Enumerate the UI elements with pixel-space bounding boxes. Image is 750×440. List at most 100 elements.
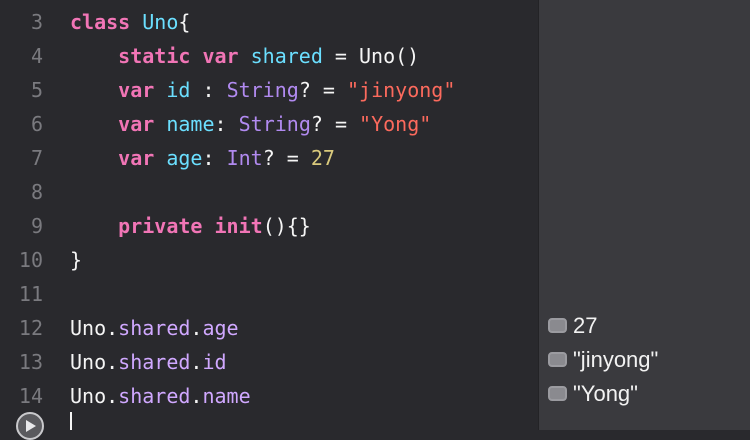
code-token: Uno. [70, 350, 119, 374]
code-token: } [70, 248, 83, 272]
code-token: age [166, 146, 203, 170]
code-token: shared [118, 384, 191, 408]
code-token: id [202, 350, 227, 374]
code-token: : [214, 112, 239, 136]
quick-look-icon[interactable] [548, 317, 567, 333]
line-number: 3 [30, 10, 43, 34]
code-token: Uno. [70, 384, 119, 408]
code-token: var [118, 78, 155, 102]
code-token: init [214, 214, 263, 238]
code-text: static var shared = Uno() [70, 39, 419, 73]
result-text: 27 [573, 313, 598, 338]
code-token: . [190, 384, 203, 408]
line-number: 14 [18, 384, 43, 408]
code-line[interactable]: 6 var name: String? = "Yong" [0, 107, 538, 141]
code-line[interactable]: 12 Uno.shared.age [0, 311, 538, 345]
line-number: 7 [30, 146, 43, 170]
code-token: . [190, 350, 203, 374]
code-text: var age: Int? = 27 [70, 141, 335, 175]
code-token: = Uno() [322, 44, 420, 68]
code-token: var [202, 44, 239, 68]
code-line[interactable]: 11 [0, 277, 538, 311]
code-token: class [70, 10, 131, 34]
code-line[interactable]: 4 static var shared = Uno() [0, 39, 538, 73]
code-line[interactable]: 5 var id : String? = "jinyong" [0, 73, 538, 107]
code-token: String [226, 78, 299, 102]
code-token: ? = [298, 78, 347, 102]
code-token: static [118, 44, 191, 68]
line-number: 9 [30, 214, 43, 238]
code-token: age [202, 316, 239, 340]
play-icon [26, 420, 36, 432]
code-token: : [190, 78, 227, 102]
line-number: 10 [18, 248, 43, 272]
code-token: "Yong" [359, 112, 432, 136]
code-token: shared [118, 350, 191, 374]
code-editor[interactable]: 3 class Uno{4 static var shared = Uno() 5 … [0, 0, 538, 430]
quick-look-icon[interactable] [548, 351, 567, 367]
quick-look-icon[interactable] [548, 385, 567, 401]
code-token: private [118, 214, 203, 238]
result-value[interactable]: "jinyong" [548, 343, 658, 377]
text-cursor [70, 412, 72, 430]
result-text: "jinyong" [573, 347, 659, 372]
code-token: var [118, 112, 155, 136]
code-token: name [166, 112, 215, 136]
code-token: "jinyong" [346, 78, 456, 102]
code-line[interactable]: 10} [0, 243, 538, 277]
code-token: . [190, 316, 203, 340]
code-line[interactable]: 9 private init(){} [0, 209, 538, 243]
code-token: ? = [310, 112, 360, 136]
code-line[interactable]: 3 class Uno{ [0, 5, 538, 39]
code-token: ? = [262, 146, 311, 170]
result-value[interactable]: "Yong" [548, 377, 638, 411]
code-text: var name: String? = "Yong" [70, 107, 431, 141]
line-number: 11 [18, 282, 43, 306]
code-text: Uno.shared.age [70, 311, 239, 345]
code-line[interactable]: 8 [0, 175, 538, 209]
code-token: { [178, 10, 191, 34]
line-number: 6 [30, 112, 43, 136]
run-button[interactable] [16, 412, 44, 440]
code-token: String [238, 112, 311, 136]
code-text: Uno.shared.name [70, 379, 251, 413]
code-token: Uno. [70, 316, 119, 340]
code-line[interactable]: 13 Uno.shared.id [0, 345, 538, 379]
code-text: class Uno{ [70, 5, 190, 39]
code-text: Uno.shared.id [70, 345, 227, 379]
line-number: 13 [18, 350, 43, 374]
code-token: name [202, 384, 251, 408]
code-text: private init(){} [70, 209, 311, 243]
code-line[interactable]: 14 Uno.shared.name [0, 379, 538, 413]
code-line[interactable]: 7 var age: Int? = 27 [0, 141, 538, 175]
result-value[interactable]: 27 [548, 309, 597, 343]
code-token: : [202, 146, 227, 170]
line-number: 12 [18, 316, 43, 340]
code-token: shared [250, 44, 323, 68]
run-bar [0, 410, 538, 430]
code-token: var [118, 146, 155, 170]
code-token: id [166, 78, 191, 102]
result-text: "Yong" [573, 381, 638, 406]
code-token: 27 [310, 146, 335, 170]
code-token: (){} [262, 214, 311, 238]
code-text: var id : String? = "jinyong" [70, 73, 455, 107]
code-token: Uno [142, 10, 179, 34]
line-number: 8 [30, 180, 43, 204]
line-number: 5 [30, 78, 43, 102]
line-number: 4 [30, 44, 43, 68]
code-text: } [70, 243, 82, 277]
code-token: shared [118, 316, 191, 340]
